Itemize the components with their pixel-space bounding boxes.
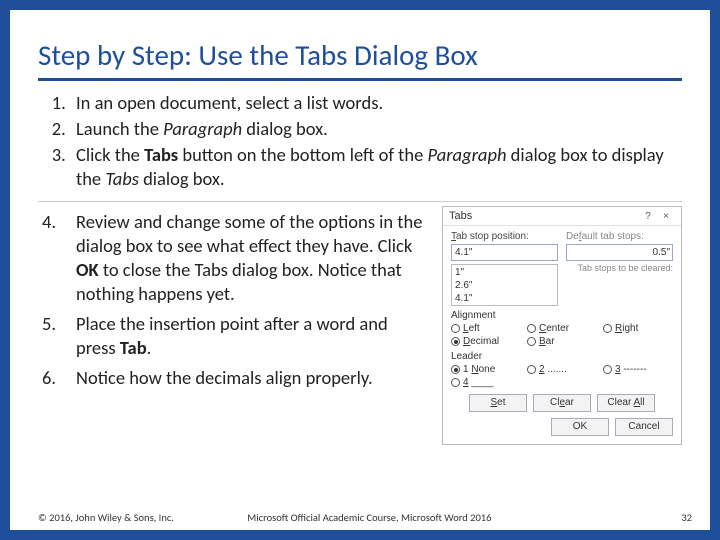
clear-label: Tab stops to be cleared: xyxy=(566,263,673,273)
alignment-label: Alignment xyxy=(451,310,673,321)
tabstop-input[interactable]: 4.1" xyxy=(451,244,558,261)
list-item[interactable]: 4.1" xyxy=(455,292,554,305)
dialog-body: Tab stop position: 4.1" 1" 2.6" 4.1" Def… xyxy=(443,226,681,444)
leader-4[interactable]: 4 ____ xyxy=(451,377,521,388)
footer: © 2016, John Wiley & Sons, Inc. Microsof… xyxy=(38,511,692,524)
list-item[interactable]: 1" xyxy=(455,266,554,279)
help-icon[interactable]: ? xyxy=(639,211,657,222)
cancel-button[interactable]: Cancel xyxy=(615,418,673,436)
step-4: Review and change some of the options in… xyxy=(70,210,430,306)
leader-none[interactable]: 1 None xyxy=(451,364,521,375)
default-stepper[interactable]: 0.5" xyxy=(566,244,673,261)
dialog-titlebar: Tabs ? × xyxy=(443,207,681,226)
tabstop-list[interactable]: 1" 2.6" 4.1" xyxy=(451,264,558,306)
step-6: Notice how the decimals align properly. xyxy=(70,366,430,390)
leader-label: Leader xyxy=(451,351,673,362)
align-bar[interactable]: Bar xyxy=(527,336,597,347)
align-center[interactable]: Center xyxy=(527,323,597,334)
leader-group: 1 None 2 ....... 3 ------- 4 ____ xyxy=(451,364,673,388)
default-label: Default tab stops: xyxy=(566,231,673,242)
course-name: Microsoft Official Academic Course, Micr… xyxy=(247,511,666,524)
align-left[interactable]: Left xyxy=(451,323,521,334)
clearall-button[interactable]: Clear All xyxy=(597,394,655,412)
page-number: 32 xyxy=(666,511,692,524)
close-icon[interactable]: × xyxy=(657,211,675,222)
set-button[interactable]: Set xyxy=(469,394,527,412)
step-3: Click the Tabs button on the bottom left… xyxy=(70,143,682,191)
leader-2[interactable]: 2 ....... xyxy=(527,364,597,375)
page-title: Step by Step: Use the Tabs Dialog Box xyxy=(38,40,682,72)
step-5: Place the insertion point after a word a… xyxy=(70,312,430,360)
content-row: Review and change some of the options in… xyxy=(38,210,682,445)
dialog-title: Tabs xyxy=(449,210,639,222)
alignment-group: Left Center Right Decimal Bar xyxy=(451,323,673,347)
ok-button[interactable]: OK xyxy=(551,418,609,436)
steps-bottom: Review and change some of the options in… xyxy=(38,210,430,396)
separator xyxy=(38,201,682,202)
align-right[interactable]: Right xyxy=(603,323,673,334)
steps-top: In an open document, select a list words… xyxy=(38,91,682,191)
title-rule xyxy=(38,78,682,81)
align-decimal[interactable]: Decimal xyxy=(451,336,521,347)
list-item[interactable]: 2.6" xyxy=(455,279,554,292)
leader-3[interactable]: 3 ------- xyxy=(603,364,673,375)
tabstop-label: Tab stop position: xyxy=(451,231,558,242)
step-1: In an open document, select a list words… xyxy=(70,91,682,115)
step-2: Launch the Paragraph dialog box. xyxy=(70,117,682,141)
copyright: © 2016, John Wiley & Sons, Inc. xyxy=(38,511,247,524)
clear-button[interactable]: Clear xyxy=(533,394,591,412)
tabs-dialog: Tabs ? × Tab stop position: 4.1" 1" 2.6"… xyxy=(442,206,682,445)
slide: Step by Step: Use the Tabs Dialog Box In… xyxy=(0,0,720,540)
